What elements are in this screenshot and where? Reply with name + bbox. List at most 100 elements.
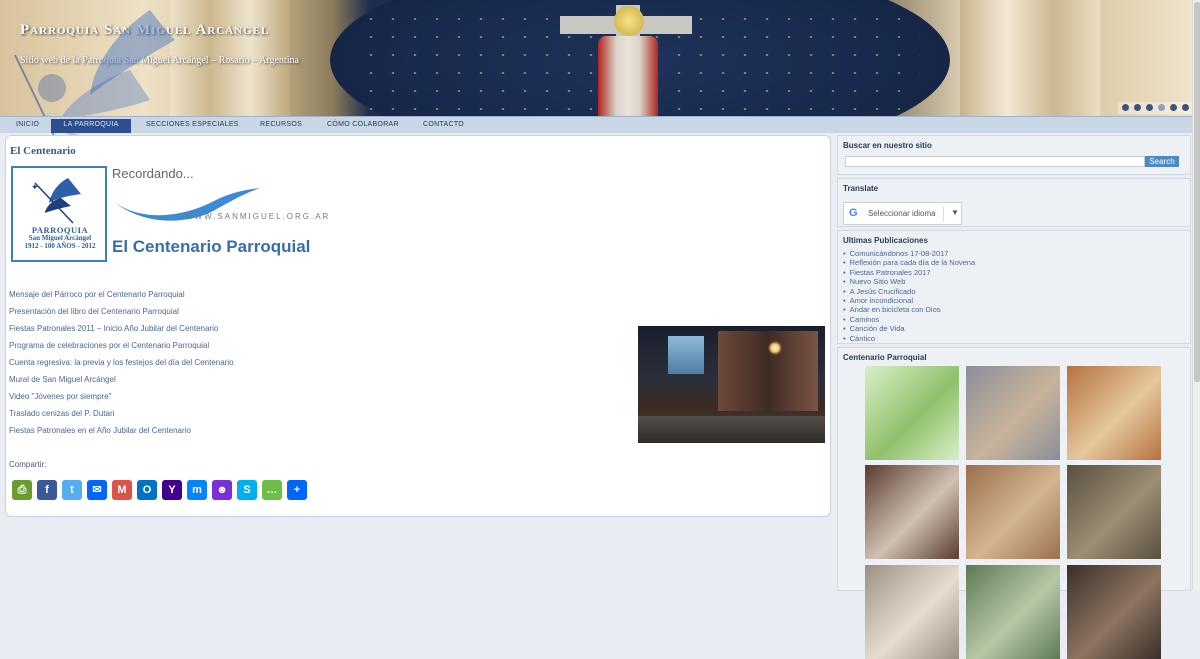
centenario-banner: ✦ PARROQUIA San Miguel Arcángel 1912 - 1…	[9, 164, 328, 264]
nav-item-como-colaborar[interactable]: CÓMO COLABORAR	[321, 119, 405, 133]
gallery-thumb-scaffold[interactable]	[1067, 465, 1161, 559]
gallery-thumb-archangel-mosaic[interactable]	[1067, 366, 1161, 460]
nav-item-secciones-especiales[interactable]: SECCIONES ESPECIALES	[140, 119, 245, 133]
logo-text: PARROQUIA San Miguel Arcángel 1912 - 100…	[17, 226, 103, 250]
recent-post-item[interactable]: • Fiestas Patronales 2017	[843, 268, 975, 277]
sms-icon[interactable]: …	[262, 480, 282, 500]
recent-post-item[interactable]: • Nuevo Sitio Web	[843, 277, 975, 286]
bullet-icon: •	[843, 286, 846, 296]
recent-post-link[interactable]: Andar en bicicleta con Dios	[850, 305, 941, 314]
slider-dot[interactable]	[1170, 104, 1177, 111]
recent-post-link[interactable]: Cántico	[850, 334, 875, 343]
bullet-icon: •	[843, 295, 846, 305]
skype-icon[interactable]: S	[237, 480, 257, 500]
translate-widget: Translate G Seleccionar idioma ▼	[837, 178, 1191, 227]
logo-line-2: San Miguel Arcángel	[28, 234, 92, 242]
banner-heading: El Centenario Parroquial	[112, 237, 311, 256]
svg-text:✦: ✦	[31, 183, 39, 193]
page-title: El Centenario	[10, 145, 76, 157]
christ-figure	[598, 36, 658, 116]
main-content: El Centenario ✦ PARROQUIA San Miguel Arc…	[5, 135, 831, 517]
recent-posts-list: • Comunicándonos 17-08-2017 • Reflexión par…	[843, 249, 975, 343]
twitter-icon[interactable]: t	[62, 480, 82, 500]
bullet-icon: •	[843, 333, 846, 343]
gmail-icon[interactable]: M	[112, 480, 132, 500]
recent-post-item[interactable]: • Caminos	[843, 315, 975, 324]
link-programa-celebraciones[interactable]: Programa de celebraciones por el Centena…	[9, 341, 234, 358]
banner-url: WWW.SANMIGUEL.ORG.AR	[185, 212, 331, 221]
site-title[interactable]: Parroquia San Miguel Arcángel	[20, 22, 269, 39]
slider-dot[interactable]	[1158, 104, 1165, 111]
share-label: Compartir:	[9, 460, 47, 469]
link-mural[interactable]: Mural de San Miguel Arcángel	[9, 375, 234, 392]
link-traslado-cenizas[interactable]: Traslado cenizas del P. Dutari	[9, 409, 234, 426]
print-icon[interactable]: ⎙	[12, 480, 32, 500]
gallery-thumb-poster[interactable]	[865, 366, 959, 460]
recent-post-item[interactable]: • A Jesús Crucificado	[843, 287, 975, 296]
search-widget: Buscar en nuestro sitio Search	[837, 135, 1191, 175]
bullet-icon: •	[843, 305, 846, 315]
scrollbar-thumb[interactable]	[1194, 2, 1200, 382]
search-widget-title: Buscar en nuestro sitio	[843, 141, 932, 150]
photo-floor	[638, 416, 825, 443]
slider-dot[interactable]	[1134, 104, 1141, 111]
page-scrollbar[interactable]	[1192, 0, 1200, 589]
bullet-icon: •	[843, 267, 846, 277]
recent-post-link[interactable]: Amor incondicional	[850, 296, 913, 305]
outlook-icon[interactable]: O	[137, 480, 157, 500]
recent-post-item[interactable]: • Comunicándonos 17-08-2017	[843, 249, 975, 258]
gallery-thumb-interior-3[interactable]	[1067, 565, 1161, 659]
chevron-down-icon: ▼	[951, 208, 959, 217]
nav-item-recursos[interactable]: RECURSOS	[254, 119, 308, 133]
recent-post-item[interactable]: • Reflexión para cada día de la Novena	[843, 258, 975, 267]
recent-posts-title: Ultimas Publicaciones	[843, 236, 928, 245]
recent-post-link[interactable]: Caminos	[850, 315, 880, 324]
gallery-thumb-group-photo[interactable]	[865, 465, 959, 559]
nav-item-inicio[interactable]: INICIO	[10, 119, 45, 133]
slider-dot[interactable]	[1182, 104, 1189, 111]
link-fiestas-jubilar[interactable]: Fiestas Patronales en el Año Jubilar del…	[9, 426, 234, 443]
share-icon[interactable]: +	[287, 480, 307, 500]
nav-item-contacto[interactable]: CONTACTO	[417, 119, 470, 133]
language-select[interactable]: G Seleccionar idioma ▼	[843, 202, 962, 225]
banner-recordando: Recordando...	[112, 166, 194, 181]
church-night-photo[interactable]	[638, 326, 825, 443]
recent-post-link[interactable]: Fiestas Patronales 2017	[850, 268, 931, 277]
yahoo-icon[interactable]: Y	[162, 480, 182, 500]
facebook-icon[interactable]: f	[37, 480, 57, 500]
gallery-thumb-interior-2[interactable]	[966, 565, 1060, 659]
search-button[interactable]: Search	[1145, 156, 1179, 167]
link-cuenta-regresiva[interactable]: Cuenta regresiva: la previa y los festej…	[9, 358, 234, 375]
google-icon: G	[849, 207, 858, 219]
main-navigation: INICIO LA PARROQUIA SECCIONES ESPECIALES…	[0, 116, 1192, 133]
messenger-icon[interactable]: m	[187, 480, 207, 500]
recent-post-item[interactable]: • Amor incondicional	[843, 296, 975, 305]
gallery-thumb-interior-1[interactable]	[865, 565, 959, 659]
search-input[interactable]	[845, 156, 1145, 167]
recent-post-item[interactable]: • Cántico	[843, 334, 975, 343]
recent-post-link[interactable]: Comunicándonos 17-08-2017	[850, 249, 949, 258]
mewe-icon[interactable]: ☻	[212, 480, 232, 500]
recent-post-link[interactable]: Reflexión para cada día de la Novena	[850, 258, 976, 267]
recent-post-item[interactable]: • Canción de Vida	[843, 324, 975, 333]
share-buttons: ⎙ f t ✉ M O Ym ☻ S… +	[12, 480, 312, 500]
slider-dot[interactable]	[1122, 104, 1129, 111]
gallery-thumb-mosaic-work[interactable]	[966, 465, 1060, 559]
link-fiestas-2011[interactable]: Fiestas Patronales 2011 – Inicio Año Jub…	[9, 324, 234, 341]
slider-dot[interactable]	[1146, 104, 1153, 111]
link-video-jovenes[interactable]: Video "Jóvenes por siempre"	[9, 392, 234, 409]
bullet-icon: •	[843, 277, 846, 287]
recent-post-link[interactable]: Canción de Vida	[850, 324, 905, 333]
nav-item-la-parroquia[interactable]: LA PARROQUIA	[51, 119, 131, 133]
recent-post-item[interactable]: • Andar en bicicleta con Dios	[843, 305, 975, 314]
link-presentacion-libro[interactable]: Presentación del libro del Centenario Pa…	[9, 307, 234, 324]
gallery-title: Centenario Parroquial	[843, 353, 927, 362]
gallery-thumb-mosaic-hands[interactable]	[966, 366, 1060, 460]
parish-logo: ✦ PARROQUIA San Miguel Arcángel 1912 - 1…	[11, 166, 107, 262]
language-select-label: Seleccionar idioma	[868, 209, 936, 218]
email-icon[interactable]: ✉	[87, 480, 107, 500]
recent-post-link[interactable]: Nuevo Sitio Web	[850, 277, 906, 286]
bullet-icon: •	[843, 324, 846, 334]
link-mensaje-parroco[interactable]: Mensaje del Párroco por el Centenario Pa…	[9, 290, 234, 307]
recent-post-link[interactable]: A Jesús Crucificado	[850, 287, 916, 296]
